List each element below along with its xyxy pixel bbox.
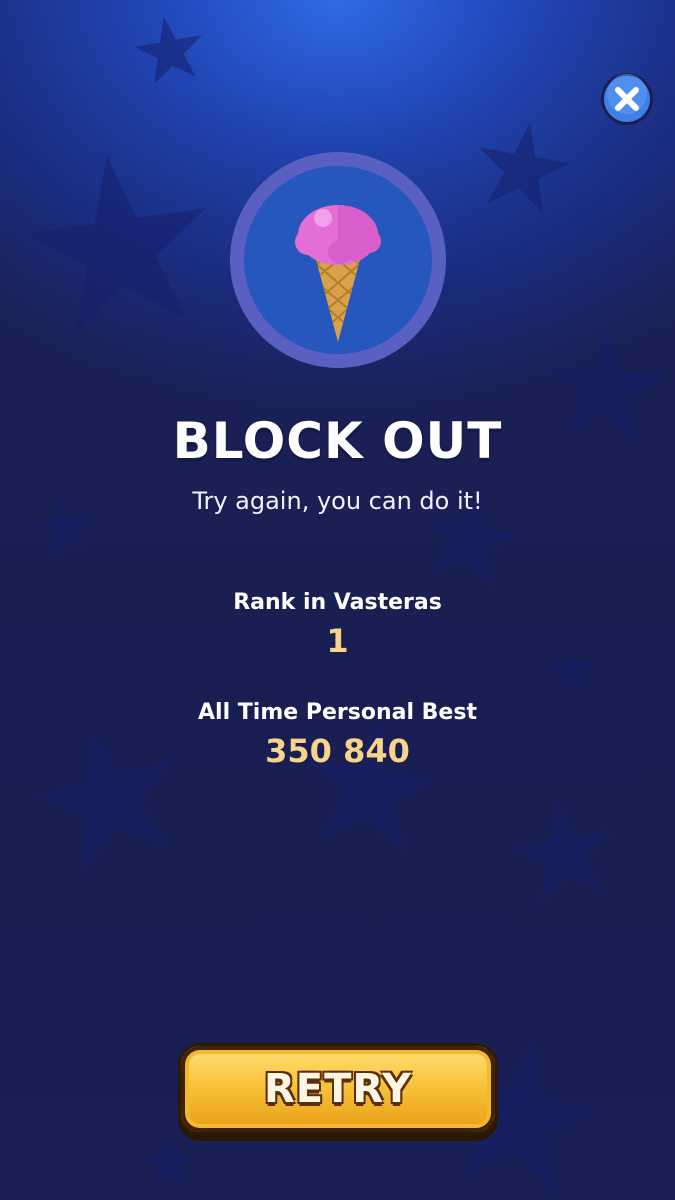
close-button[interactable] [600,72,654,126]
retry-button-label: RETRY [264,1066,412,1112]
star-icon [130,10,209,87]
rank-value: 1 [326,622,349,660]
retry-button[interactable]: RETRY [178,1043,498,1135]
encouragement-text: Try again, you can do it! [192,487,483,515]
star-icon [503,791,625,908]
result-title: BLOCK OUT [172,412,503,470]
ice-cream-cone-icon [230,152,446,368]
star-icon [17,143,221,339]
star-icon [470,114,576,217]
star-icon [143,1137,197,1188]
rank-label: Rank in Vasteras [233,590,442,615]
close-icon [601,73,653,125]
ice-cream-emblem [228,150,448,370]
personal-best-label: All Time Personal Best [198,700,477,725]
personal-best-value: 350 840 [265,732,410,770]
